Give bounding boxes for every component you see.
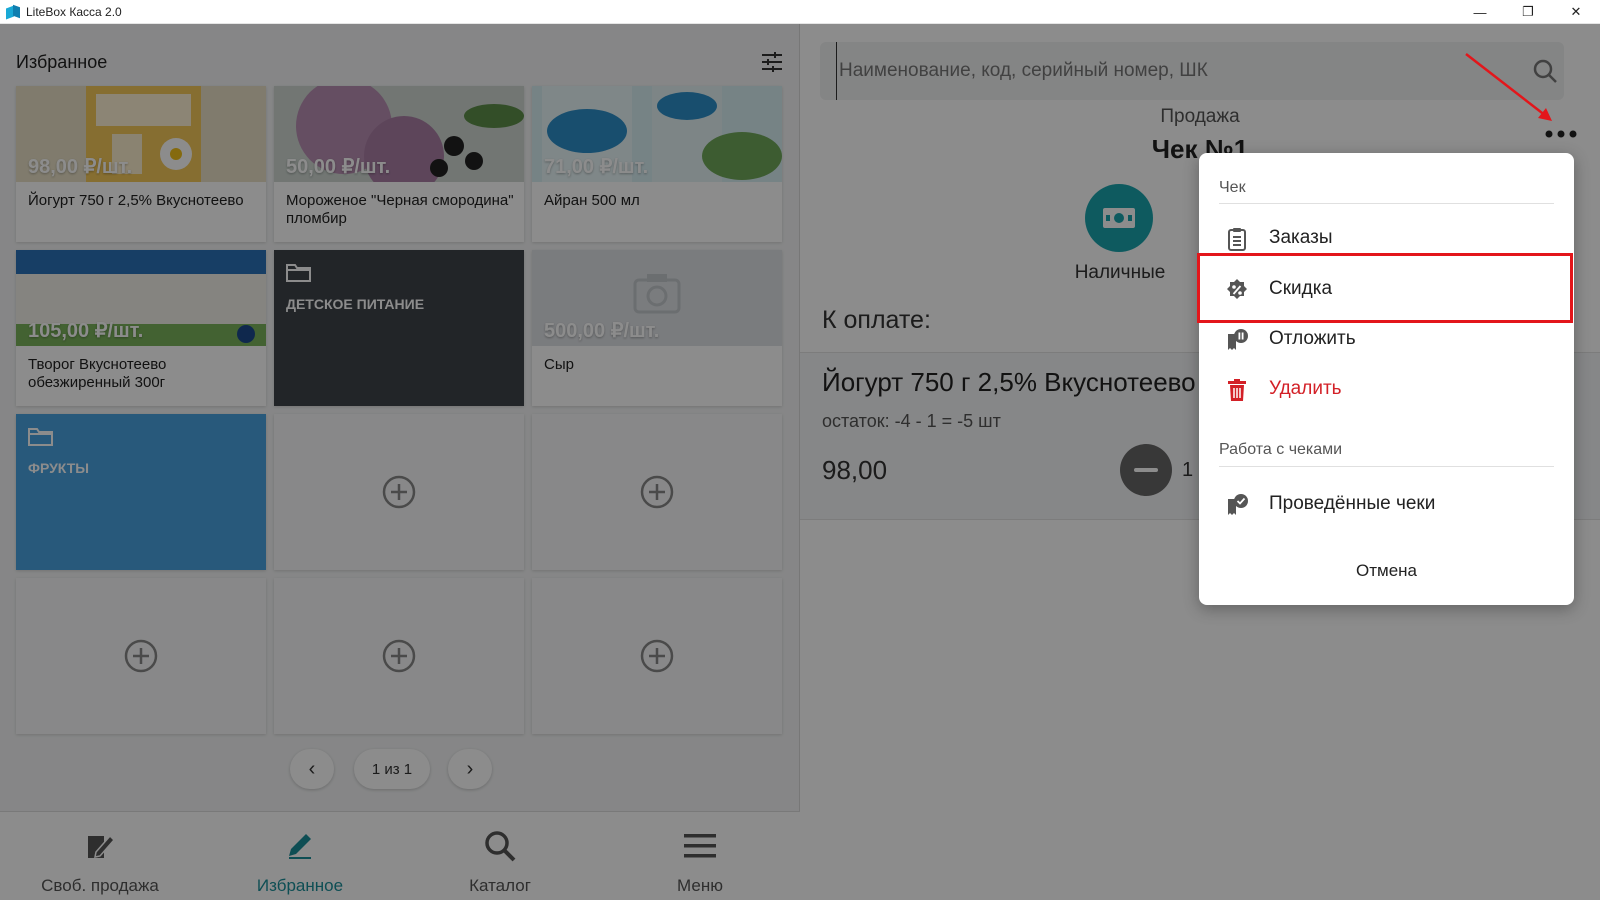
check-actions-menu: Чек Заказы Скидка Отложить Удалить Работ… — [1197, 153, 1574, 605]
restore-button[interactable]: ❐ — [1504, 0, 1552, 24]
title-bar: LiteBox Касса 2.0 — ❐ ✕ — [0, 0, 1600, 24]
window-controls: — ❐ ✕ — [1456, 0, 1600, 24]
annotation-arrow-icon — [1465, 53, 1552, 121]
clipboard-icon — [1228, 228, 1246, 251]
menu-item-label: Отложить — [1269, 328, 1356, 349]
close-button[interactable]: ✕ — [1552, 0, 1600, 24]
menu-item-label: Удалить — [1269, 378, 1342, 399]
discount-highlight-box — [1197, 253, 1573, 323]
menu-item-delete[interactable]: Удалить — [1199, 365, 1574, 415]
menu-item-label: Проведённые чеки — [1269, 493, 1436, 514]
menu-divider — [1219, 203, 1554, 204]
window-title: LiteBox Касса 2.0 — [26, 4, 122, 19]
menu-item-label: Заказы — [1269, 227, 1333, 248]
menu-section-checks: Работа с чеками — [1219, 441, 1343, 458]
minimize-button[interactable]: — — [1456, 0, 1504, 24]
postpone-icon — [1228, 329, 1248, 350]
menu-item-completed-checks[interactable]: Проведённые чеки — [1199, 480, 1574, 530]
app-logo-icon — [6, 5, 20, 19]
menu-divider — [1219, 466, 1554, 467]
cancel-button[interactable]: Отмена — [1199, 561, 1574, 581]
trash-icon — [1228, 379, 1246, 401]
menu-section-check: Чек — [1219, 179, 1246, 196]
menu-item-postpone[interactable]: Отложить — [1199, 315, 1574, 365]
completed-checks-icon — [1228, 494, 1248, 515]
